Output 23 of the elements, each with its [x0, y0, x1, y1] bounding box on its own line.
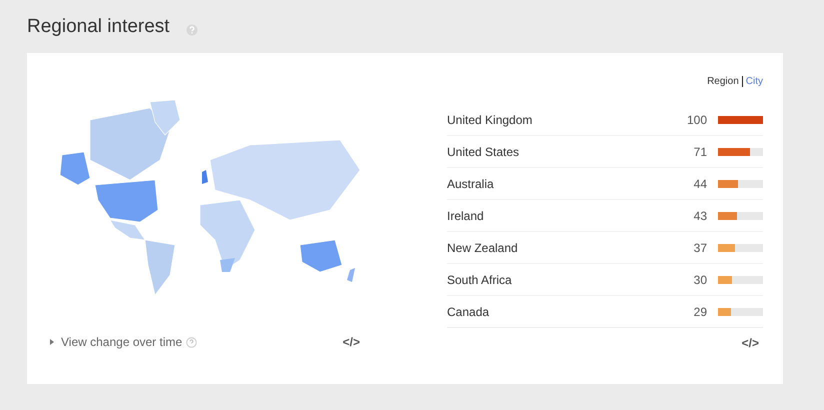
region-name: Canada — [447, 304, 490, 318]
region-value: 29 — [692, 304, 707, 318]
expand-icon — [50, 339, 54, 345]
region-value: 30 — [692, 272, 707, 286]
view-change-link[interactable]: View change over time — [50, 335, 198, 349]
region-value: 44 — [692, 176, 707, 190]
region-name: South Africa — [447, 272, 513, 286]
region-name: United States — [447, 144, 520, 158]
view-tab[interactable]: Region — [707, 76, 739, 86]
region-value: 37 — [692, 240, 707, 254]
region-value: 71 — [692, 144, 707, 158]
view-tab[interactable]: City — [746, 76, 763, 86]
help-icon[interactable] — [186, 24, 198, 36]
section-title: Regional interest — [27, 16, 170, 38]
region-name: United Kingdom — [447, 112, 534, 126]
region-name: New Zealand — [447, 240, 519, 254]
embed-button[interactable]: </> — [742, 336, 759, 350]
region-name: Ireland — [447, 208, 485, 222]
region-name: Australia — [447, 176, 495, 190]
embed-button[interactable]: </> — [342, 335, 360, 349]
help-icon — [186, 336, 198, 348]
region-value: 100 — [686, 112, 707, 126]
region-value: 43 — [692, 208, 707, 222]
